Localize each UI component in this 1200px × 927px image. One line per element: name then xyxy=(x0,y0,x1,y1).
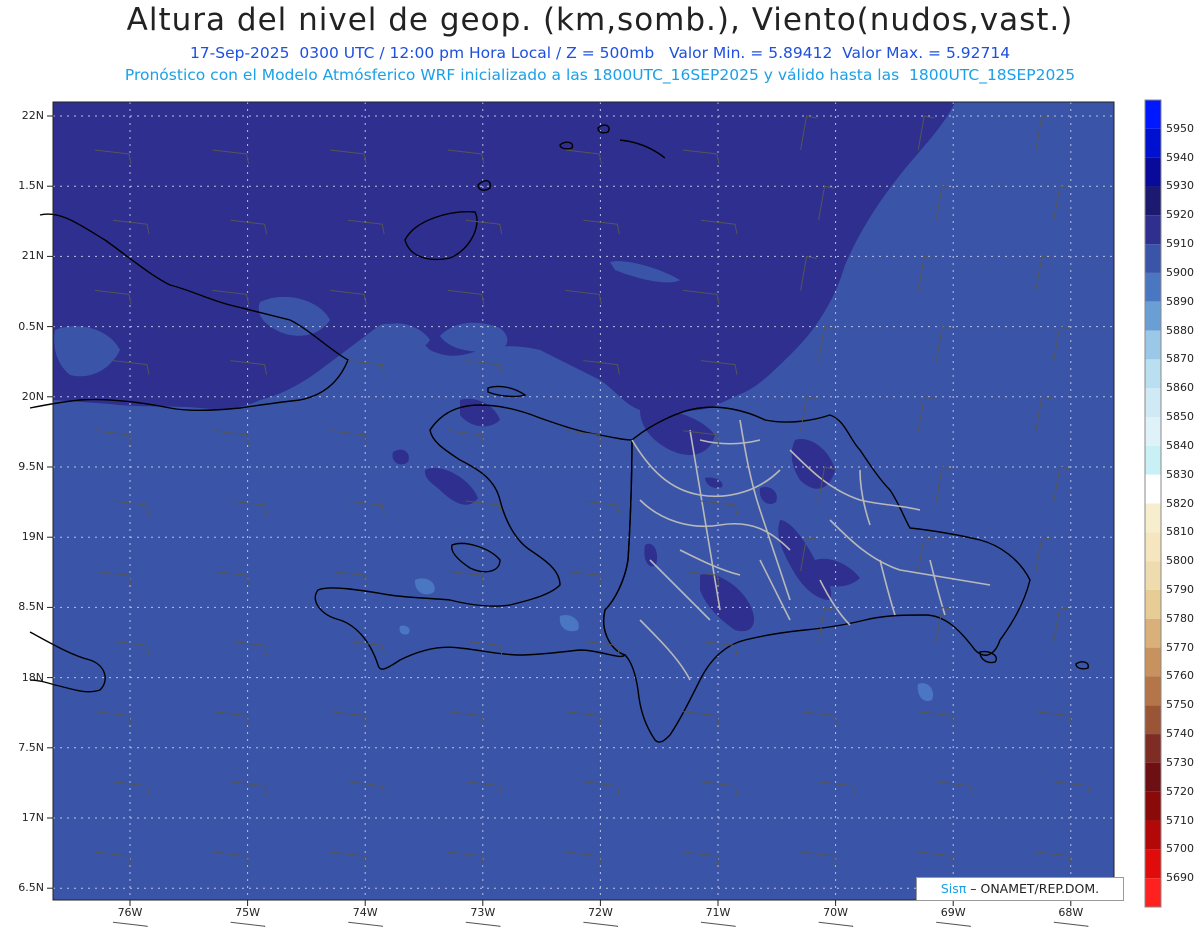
colorbar xyxy=(1144,99,1162,908)
wind-barb xyxy=(583,921,619,927)
lat-label: 9.5N xyxy=(18,460,44,473)
colorbar-label: 5890 xyxy=(1166,294,1194,308)
colorbar-swatch xyxy=(1145,878,1161,907)
colorbar-label: 5750 xyxy=(1166,698,1194,712)
credit-brand: Sisπ xyxy=(940,881,967,896)
colorbar-swatch xyxy=(1145,272,1161,302)
colorbar-swatch xyxy=(1145,128,1161,158)
wind-barb xyxy=(818,921,854,927)
colorbar-swatch xyxy=(1145,589,1161,619)
credit-box: Sisπ – ONAMET/REP.DOM. xyxy=(916,877,1124,901)
lon-label: 75W xyxy=(235,906,261,919)
colorbar-label: 5880 xyxy=(1166,323,1194,337)
colorbar-label: 5760 xyxy=(1166,669,1194,683)
colorbar-label: 5920 xyxy=(1166,208,1194,222)
colorbar-label: 5930 xyxy=(1166,179,1194,193)
forecast-map xyxy=(29,99,1162,927)
colorbar-swatch xyxy=(1145,445,1161,475)
colorbar-label: 5870 xyxy=(1166,352,1194,366)
lat-label: 22N xyxy=(21,109,44,122)
lat-label: 20N xyxy=(21,389,44,403)
wind-barb xyxy=(700,921,736,927)
colorbar-swatch xyxy=(1145,215,1161,245)
colorbar-swatch xyxy=(1145,244,1161,273)
colorbar-label: 5700 xyxy=(1166,842,1194,856)
lon-label: 70W xyxy=(823,906,849,919)
colorbar-swatch xyxy=(1145,417,1161,446)
colorbar-swatch xyxy=(1145,388,1161,418)
lat-label: 7.5N xyxy=(18,740,44,754)
colorbar-label: 5770 xyxy=(1166,640,1194,654)
colorbar-swatch xyxy=(1145,100,1161,129)
colorbar-label: 5850 xyxy=(1166,410,1194,424)
colorbar-swatch xyxy=(1145,330,1161,360)
lat-label: 21N xyxy=(21,249,44,263)
colorbar-swatch xyxy=(1145,676,1161,706)
colorbar-swatch xyxy=(1145,474,1161,504)
wind-barb xyxy=(1053,921,1089,927)
lat-label: 8.5N xyxy=(18,600,44,614)
colorbar-swatch xyxy=(1145,820,1161,850)
colorbar-swatch xyxy=(1145,647,1161,677)
wind-barb xyxy=(230,921,266,927)
lat-label: 1.5N xyxy=(18,179,44,193)
colorbar-swatch xyxy=(1145,734,1161,763)
colorbar-label: 5780 xyxy=(1166,611,1194,625)
colorbar-label: 5720 xyxy=(1166,784,1194,798)
colorbar-label: 5950 xyxy=(1166,121,1194,135)
lon-label: 74W xyxy=(352,906,378,919)
lat-label: 6.5N xyxy=(18,881,44,895)
colorbar-swatch xyxy=(1145,561,1161,590)
wind-barb xyxy=(936,921,971,927)
colorbar-label: 5900 xyxy=(1166,265,1194,279)
colorbar-swatch xyxy=(1145,618,1161,648)
lon-label: 71W xyxy=(705,906,731,919)
lon-label: 68W xyxy=(1058,906,1084,919)
lat-label: 19N xyxy=(21,530,44,544)
colorbar-label: 5830 xyxy=(1166,467,1194,481)
colorbar-swatch xyxy=(1145,503,1161,533)
colorbar-label: 5840 xyxy=(1166,438,1194,452)
colorbar-label: 5810 xyxy=(1166,525,1194,539)
colorbar-label: 5910 xyxy=(1166,237,1194,251)
lat-label: 17N xyxy=(21,811,44,824)
lon-label: 73W xyxy=(470,906,496,919)
lat-label: 18N xyxy=(21,670,44,684)
colorbar-label: 5940 xyxy=(1166,150,1194,164)
lat-label: 0.5N xyxy=(18,319,44,333)
colorbar-swatch xyxy=(1145,705,1161,735)
colorbar-swatch xyxy=(1145,849,1161,879)
colorbar-swatch xyxy=(1145,157,1161,187)
colorbar-swatch xyxy=(1145,762,1161,792)
colorbar-swatch xyxy=(1145,186,1161,216)
wind-barb xyxy=(465,921,501,927)
lon-label: 76W xyxy=(117,906,143,919)
colorbar-swatch xyxy=(1145,301,1161,331)
colorbar-label: 5710 xyxy=(1166,813,1194,827)
colorbar-label: 5800 xyxy=(1166,554,1194,568)
colorbar-label: 5730 xyxy=(1166,755,1194,769)
colorbar-swatch xyxy=(1145,359,1161,389)
credit-text: – ONAMET/REP.DOM. xyxy=(966,881,1100,896)
lon-label: 72W xyxy=(587,906,613,919)
wind-barb xyxy=(112,921,148,927)
colorbar-label: 5790 xyxy=(1166,582,1194,596)
lon-label: 69W xyxy=(940,906,966,919)
colorbar-label: 5820 xyxy=(1166,496,1194,510)
colorbar-swatch xyxy=(1145,791,1161,821)
colorbar-label: 5860 xyxy=(1166,381,1194,395)
colorbar-label: 5740 xyxy=(1166,727,1194,741)
wind-barb xyxy=(348,921,383,927)
colorbar-swatch xyxy=(1145,532,1161,562)
colorbar-label: 5690 xyxy=(1166,871,1194,885)
